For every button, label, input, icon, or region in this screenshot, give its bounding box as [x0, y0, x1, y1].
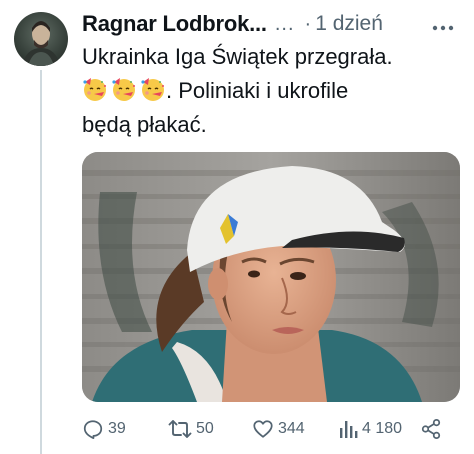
avatar-column: [14, 12, 68, 66]
tweet-text: Ukrainka Iga Świątek przegrała. . Polini…: [82, 40, 462, 142]
avatar-image: [22, 21, 60, 66]
partying-face-emoji: [112, 78, 135, 101]
tweet-text-line1: Ukrainka Iga Świątek przegrała.: [82, 44, 393, 69]
views-icon: [340, 421, 358, 438]
separator: ·: [304, 12, 312, 35]
like-button[interactable]: 344: [252, 418, 305, 440]
author-truncation: ...: [274, 12, 295, 35]
views-count: 4 180: [362, 420, 403, 437]
share-icon: [421, 418, 441, 440]
reply-count: 39: [108, 420, 126, 437]
tweet-header: Ragnar Lodbrok... ... · 1 dzień: [82, 10, 462, 38]
like-count: 344: [278, 420, 305, 437]
views-button[interactable]: 4 180: [338, 418, 402, 440]
tweet-text-line2-text: . Poliniaki i ukrofile: [166, 78, 349, 103]
reply-icon: [83, 420, 103, 440]
retweet-button[interactable]: 50: [168, 418, 214, 440]
partying-face-emoji: [141, 78, 164, 101]
tweet-text-line2: . Poliniaki i ukrofile: [82, 74, 462, 108]
emoji-group: [82, 76, 166, 102]
author-name[interactable]: Ragnar Lodbrok...: [82, 11, 267, 37]
thread-line: [40, 70, 42, 454]
avatar[interactable]: [14, 12, 68, 66]
tweet-content: Ragnar Lodbrok... ... · 1 dzień Ukrainka…: [82, 10, 462, 142]
tennis-player-photo: [82, 152, 460, 402]
tweet-media-photo[interactable]: [82, 152, 460, 402]
tweet-text-line3: będą płakać.: [82, 112, 207, 137]
timestamp[interactable]: 1 dzień: [315, 12, 383, 36]
retweet-count: 50: [196, 420, 214, 437]
reply-button[interactable]: 39: [82, 418, 126, 440]
share-button[interactable]: [420, 418, 442, 440]
partying-face-emoji: [83, 78, 106, 101]
retweet-icon: [168, 420, 192, 438]
like-icon: [253, 420, 273, 438]
tweet-actions: 39 50 344 4 180: [82, 414, 462, 444]
more-options-icon[interactable]: [432, 13, 454, 35]
